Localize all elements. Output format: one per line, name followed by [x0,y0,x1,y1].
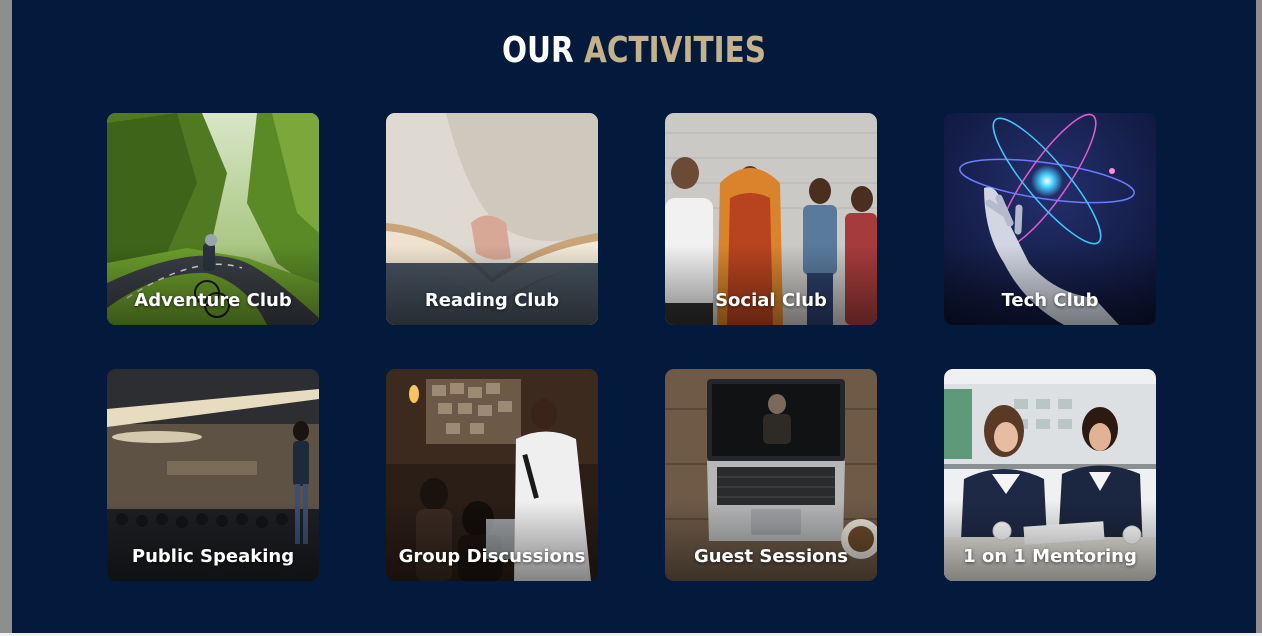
card-shade [665,245,877,325]
section-title-accent: ACTIVITIES [584,30,767,71]
activity-label: Adventure Club [134,290,292,311]
activity-label: Public Speaking [131,546,295,567]
activity-card-tech-club[interactable]: Tech Club [944,113,1156,325]
activity-label: Reading Club [424,290,560,311]
card-shade [386,245,598,325]
card-shade [386,501,598,581]
activity-card-social-club[interactable]: Social Club [665,113,877,325]
section-title: OUR ACTIVITIES [124,30,1144,72]
activity-label: Guest Sessions [693,546,849,567]
section-title-white: OUR [501,30,574,71]
card-shade [107,245,319,325]
activity-label: Social Club [715,290,827,311]
card-shade [944,245,1156,325]
activity-card-public-speaking[interactable]: Public Speaking [107,369,319,581]
activity-label: Group Discussions [398,546,586,567]
card-shade [107,501,319,581]
card-shade [944,501,1156,581]
activity-label: Tech Club [1001,290,1099,311]
activity-card-guest-sessions[interactable]: Guest Sessions [665,369,877,581]
card-shade [665,501,877,581]
activity-card-reading-club[interactable]: Reading Club [386,113,598,325]
activities-section: OUR ACTIVITIES Adventure Club Reading Cl… [12,0,1256,633]
activity-card-adventure-club[interactable]: Adventure Club [107,113,319,325]
activity-card-mentoring[interactable]: 1 on 1 Mentoring [944,369,1156,581]
activity-label: 1 on 1 Mentoring [963,546,1137,567]
activity-card-group-discussions[interactable]: Group Discussions [386,369,598,581]
